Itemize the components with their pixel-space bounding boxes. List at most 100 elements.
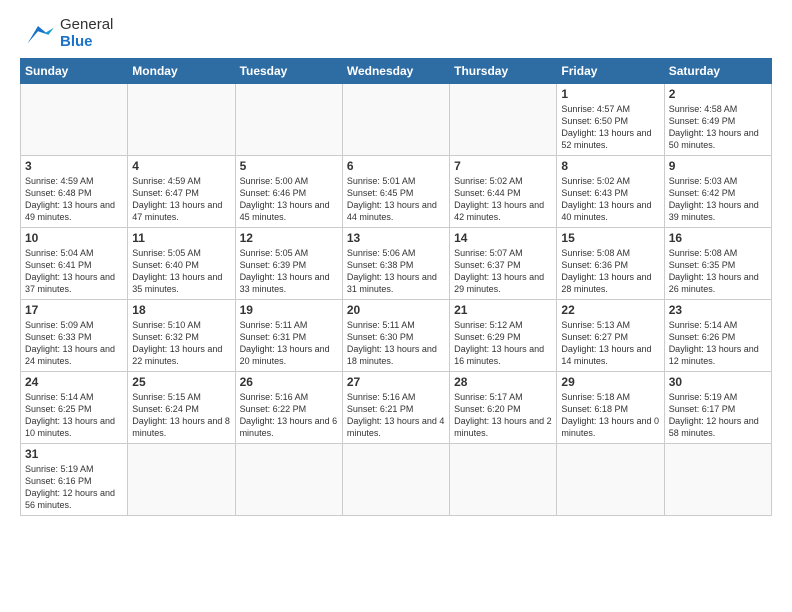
calendar-cell: 27 Sunrise: 5:16 AM Sunset: 6:21 PM Dayli… [342,372,449,444]
calendar-header: SundayMondayTuesdayWednesdayThursdayFrid… [21,59,772,84]
day-number: 12 [240,231,338,245]
day-number: 1 [561,87,659,101]
calendar-cell [342,444,449,516]
day-info: Sunrise: 5:13 AM Sunset: 6:27 PM Dayligh… [561,319,659,368]
calendar-cell: 26Sunrise: 5:16 AM Sunset: 6:22 PM Dayli… [235,372,342,444]
header: General Blue [20,16,772,50]
day-info: Sunrise: 5:14 AM Sunset: 6:25 PM Dayligh… [25,391,123,440]
day-info: Sunrise: 5:09 AM Sunset: 6:33 PM Dayligh… [25,319,123,368]
calendar-cell [128,84,235,156]
calendar-cell: 23Sunrise: 5:14 AM Sunset: 6:26 PM Dayli… [664,300,771,372]
day-number: 28 [454,375,552,389]
day-number: 14 [454,231,552,245]
weekday-header-sunday: Sunday [21,59,128,84]
day-info: Sunrise: 5:04 AM Sunset: 6:41 PM Dayligh… [25,247,123,296]
calendar-cell [235,84,342,156]
day-number: 9 [669,159,767,173]
calendar-cell: 3 Sunrise: 4:59 AM Sunset: 6:48 PM Daylig… [21,156,128,228]
calendar-cell [450,444,557,516]
day-number: 3 [25,159,123,173]
weekday-header-friday: Friday [557,59,664,84]
calendar-week-1: 1Sunrise: 4:57 AM Sunset: 6:50 PM Daylig… [21,84,772,156]
calendar-week-3: 10Sunrise: 5:04 AM Sunset: 6:41 PM Dayli… [21,228,772,300]
calendar-cell [128,444,235,516]
calendar-cell: 28Sunrise: 5:17 AM Sunset: 6:20 PM Dayli… [450,372,557,444]
weekday-header-wednesday: Wednesday [342,59,449,84]
calendar-cell: 6Sunrise: 5:01 AM Sunset: 6:45 PM Daylig… [342,156,449,228]
day-info: Sunrise: 5:05 AM Sunset: 6:39 PM Dayligh… [240,247,338,296]
calendar-cell: 7Sunrise: 5:02 AM Sunset: 6:44 PM Daylig… [450,156,557,228]
weekday-header-row: SundayMondayTuesdayWednesdayThursdayFrid… [21,59,772,84]
day-info: Sunrise: 4:59 AM Sunset: 6:47 PM Dayligh… [132,175,230,224]
calendar-cell: 5 Sunrise: 5:00 AM Sunset: 6:46 PM Daylig… [235,156,342,228]
calendar-cell: 17 Sunrise: 5:09 AM Sunset: 6:33 PM Dayli… [21,300,128,372]
day-info: Sunrise: 5:11 AM Sunset: 6:31 PM Dayligh… [240,319,338,368]
day-info: Sunrise: 5:14 AM Sunset: 6:26 PM Dayligh… [669,319,767,368]
logo-icon [20,19,56,47]
day-number: 19 [240,303,338,317]
day-number: 17 [25,303,123,317]
day-number: 15 [561,231,659,245]
day-info: Sunrise: 5:11 AM Sunset: 6:30 PM Dayligh… [347,319,445,368]
calendar-cell: 13 Sunrise: 5:06 AM Sunset: 6:38 PM Dayli… [342,228,449,300]
day-number: 31 [25,447,123,461]
day-number: 13 [347,231,445,245]
calendar-cell: 14 Sunrise: 5:07 AM Sunset: 6:37 PM Dayli… [450,228,557,300]
calendar-cell: 15 Sunrise: 5:08 AM Sunset: 6:36 PM Dayli… [557,228,664,300]
calendar-cell [342,84,449,156]
day-number: 30 [669,375,767,389]
day-number: 21 [454,303,552,317]
calendar-cell: 1Sunrise: 4:57 AM Sunset: 6:50 PM Daylig… [557,84,664,156]
calendar-week-2: 3 Sunrise: 4:59 AM Sunset: 6:48 PM Daylig… [21,156,772,228]
calendar-cell: 31 Sunrise: 5:19 AM Sunset: 6:16 PM Dayli… [21,444,128,516]
logo-text: General Blue [60,16,113,50]
day-info: Sunrise: 5:02 AM Sunset: 6:43 PM Dayligh… [561,175,659,224]
calendar-cell: 24Sunrise: 5:14 AM Sunset: 6:25 PM Dayli… [21,372,128,444]
day-number: 20 [347,303,445,317]
day-info: Sunrise: 5:16 AM Sunset: 6:21 PM Dayligh… [347,391,445,440]
day-info: Sunrise: 5:07 AM Sunset: 6:37 PM Dayligh… [454,247,552,296]
day-number: 4 [132,159,230,173]
calendar-cell: 18Sunrise: 5:10 AM Sunset: 6:32 PM Dayli… [128,300,235,372]
day-info: Sunrise: 5:15 AM Sunset: 6:24 PM Dayligh… [132,391,230,440]
day-info: Sunrise: 5:18 AM Sunset: 6:18 PM Dayligh… [561,391,659,440]
calendar-cell: 11 Sunrise: 5:05 AM Sunset: 6:40 PM Dayli… [128,228,235,300]
day-number: 29 [561,375,659,389]
day-info: Sunrise: 5:08 AM Sunset: 6:35 PM Dayligh… [669,247,767,296]
day-info: Sunrise: 5:12 AM Sunset: 6:29 PM Dayligh… [454,319,552,368]
calendar-cell: 19 Sunrise: 5:11 AM Sunset: 6:31 PM Dayli… [235,300,342,372]
calendar-cell: 12 Sunrise: 5:05 AM Sunset: 6:39 PM Dayli… [235,228,342,300]
calendar-week-6: 31 Sunrise: 5:19 AM Sunset: 6:16 PM Dayli… [21,444,772,516]
day-info: Sunrise: 4:59 AM Sunset: 6:48 PM Dayligh… [25,175,123,224]
calendar-cell [557,444,664,516]
day-info: Sunrise: 5:19 AM Sunset: 6:16 PM Dayligh… [25,463,123,512]
calendar-cell: 25 Sunrise: 5:15 AM Sunset: 6:24 PM Dayli… [128,372,235,444]
day-info: Sunrise: 5:05 AM Sunset: 6:40 PM Dayligh… [132,247,230,296]
day-info: Sunrise: 5:08 AM Sunset: 6:36 PM Dayligh… [561,247,659,296]
calendar-cell: 29 Sunrise: 5:18 AM Sunset: 6:18 PM Dayli… [557,372,664,444]
day-number: 5 [240,159,338,173]
day-number: 8 [561,159,659,173]
logo: General Blue [20,16,113,50]
day-number: 22 [561,303,659,317]
calendar-week-5: 24Sunrise: 5:14 AM Sunset: 6:25 PM Dayli… [21,372,772,444]
calendar-cell: 4 Sunrise: 4:59 AM Sunset: 6:47 PM Daylig… [128,156,235,228]
calendar-cell: 2Sunrise: 4:58 AM Sunset: 6:49 PM Daylig… [664,84,771,156]
calendar-week-4: 17 Sunrise: 5:09 AM Sunset: 6:33 PM Dayli… [21,300,772,372]
calendar-cell: 10Sunrise: 5:04 AM Sunset: 6:41 PM Dayli… [21,228,128,300]
day-info: Sunrise: 5:10 AM Sunset: 6:32 PM Dayligh… [132,319,230,368]
weekday-header-saturday: Saturday [664,59,771,84]
day-number: 11 [132,231,230,245]
day-info: Sunrise: 5:01 AM Sunset: 6:45 PM Dayligh… [347,175,445,224]
day-number: 2 [669,87,767,101]
calendar-cell: 20 Sunrise: 5:11 AM Sunset: 6:30 PM Dayli… [342,300,449,372]
day-number: 25 [132,375,230,389]
calendar-cell: 8 Sunrise: 5:02 AM Sunset: 6:43 PM Daylig… [557,156,664,228]
calendar-cell [235,444,342,516]
weekday-header-monday: Monday [128,59,235,84]
calendar-cell [21,84,128,156]
day-info: Sunrise: 5:00 AM Sunset: 6:46 PM Dayligh… [240,175,338,224]
day-number: 27 [347,375,445,389]
weekday-header-tuesday: Tuesday [235,59,342,84]
day-info: Sunrise: 5:06 AM Sunset: 6:38 PM Dayligh… [347,247,445,296]
